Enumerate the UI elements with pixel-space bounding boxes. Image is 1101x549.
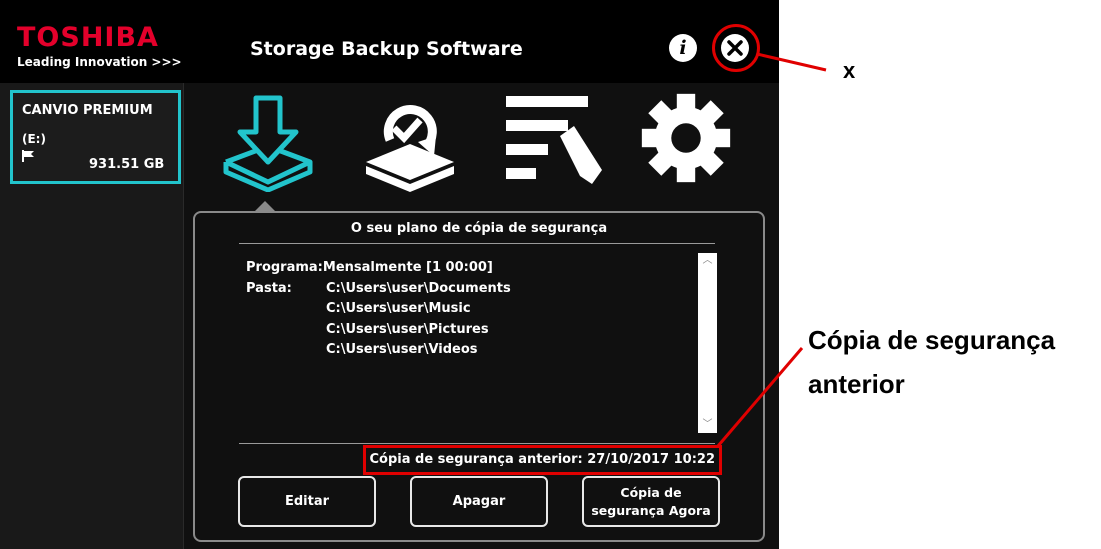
close-callout-line — [756, 52, 827, 72]
last-backup-callout-line — [716, 347, 804, 447]
last-backup-callout-label-1: Cópia de segurança — [808, 325, 1056, 355]
last-backup-callout-label-2: anterior — [808, 369, 905, 399]
callout-lines — [716, 52, 827, 447]
close-callout-label: x — [843, 58, 856, 83]
